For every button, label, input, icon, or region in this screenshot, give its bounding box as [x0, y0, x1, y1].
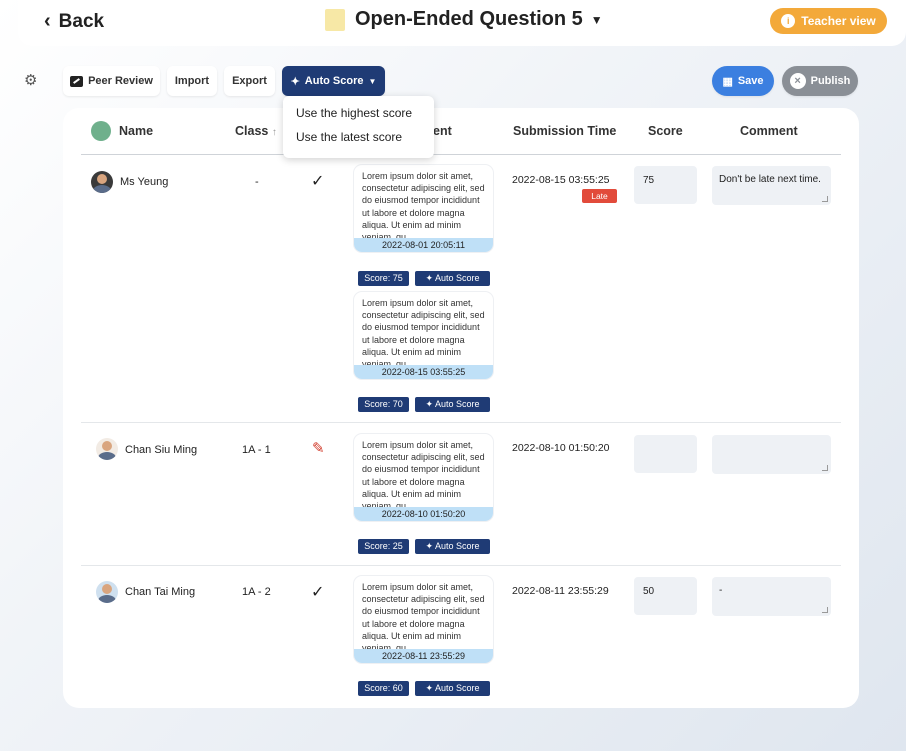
- answer-card[interactable]: Lorem ipsum dolor sit amet, consectetur …: [354, 292, 493, 379]
- title-dropdown[interactable]: Open-Ended Question 5 ▼: [325, 8, 603, 31]
- score-chip[interactable]: Score: 60: [358, 681, 409, 696]
- save-button[interactable]: ▦ Save: [712, 66, 774, 96]
- gear-icon[interactable]: ⚙: [24, 71, 37, 89]
- peer-review-button[interactable]: Peer Review: [63, 66, 160, 96]
- answer-card[interactable]: Lorem ipsum dolor sit amet, consectetur …: [354, 576, 493, 663]
- answer-time: 2022-08-15 03:55:25: [354, 365, 493, 379]
- late-badge: Late: [582, 189, 617, 203]
- answer-text: Lorem ipsum dolor sit amet, consectetur …: [362, 582, 485, 650]
- comment-input[interactable]: -: [712, 577, 831, 616]
- score-input[interactable]: 75: [634, 166, 697, 204]
- comment-column-header[interactable]: Comment: [740, 124, 798, 138]
- answer-card[interactable]: Lorem ipsum dolor sit amet, consectetur …: [354, 165, 493, 252]
- answer-time: 2022-08-11 23:55:29: [354, 649, 493, 663]
- check-icon: ✓: [311, 173, 325, 190]
- sparkle-icon: ✦: [290, 75, 300, 88]
- score-chip[interactable]: Score: 70: [358, 397, 409, 412]
- toolbar: ⚙ Peer Review Import Export ✦ Auto Score…: [0, 66, 906, 96]
- note-icon: [325, 8, 345, 31]
- teacher-view-label: Teacher view: [801, 14, 876, 28]
- student-name: Chan Tai Ming: [125, 586, 196, 598]
- chevron-left-icon: ‹: [44, 10, 51, 32]
- pen-box-icon: [70, 75, 84, 87]
- answer-time: 2022-08-10 01:50:20: [354, 507, 493, 521]
- import-label: Import: [174, 75, 210, 87]
- avatar: [96, 581, 118, 603]
- publish-button[interactable]: × Publish: [782, 66, 858, 96]
- row-divider: [81, 565, 841, 566]
- auto-score-chip-label: Auto Score: [435, 273, 480, 283]
- menu-item-latest-score[interactable]: Use the latest score: [296, 128, 434, 152]
- check-icon: ✓: [311, 584, 325, 601]
- auto-score-button[interactable]: ✦ Auto Score ▼: [282, 66, 385, 96]
- name-column-header[interactable]: Name: [119, 124, 153, 138]
- student-class: -: [255, 176, 259, 188]
- auto-score-chip-label: Auto Score: [435, 541, 480, 551]
- auto-score-label: Auto Score: [304, 75, 364, 87]
- submission-time: 2022-08-15 03:55:25: [512, 174, 610, 186]
- sparkle-icon: ✦: [425, 683, 433, 693]
- menu-item-highest-score[interactable]: Use the highest score: [296, 104, 434, 128]
- submission-time-column-header[interactable]: Submission Time: [513, 124, 616, 138]
- student-class: 1A - 2: [242, 586, 271, 598]
- answer-column-header[interactable]: ent: [433, 124, 452, 138]
- row-divider: [81, 422, 841, 423]
- caret-down-icon: ▼: [590, 12, 603, 27]
- auto-score-chip[interactable]: ✦ Auto Score: [415, 681, 490, 696]
- answer-text: Lorem ipsum dolor sit amet, consectetur …: [362, 171, 485, 239]
- save-icon: ▦: [722, 75, 733, 88]
- avatar: [91, 121, 111, 141]
- score-chip[interactable]: Score: 25: [358, 539, 409, 554]
- student-name: Ms Yeung: [120, 176, 169, 188]
- score-input[interactable]: [634, 435, 697, 473]
- answer-text: Lorem ipsum dolor sit amet, consectetur …: [362, 440, 485, 508]
- answer-time: 2022-08-01 20:05:11: [354, 238, 493, 252]
- submissions-table: Name Class ↑ ent Submission Time Score C…: [63, 108, 859, 708]
- avatar: [96, 438, 118, 460]
- auto-score-chip[interactable]: ✦ Auto Score: [415, 539, 490, 554]
- info-icon: i: [781, 14, 796, 28]
- class-column-header[interactable]: Class ↑: [235, 124, 277, 138]
- export-button[interactable]: Export: [224, 66, 275, 96]
- sort-arrow-icon: ↑: [271, 127, 277, 138]
- answer-text: Lorem ipsum dolor sit amet, consectetur …: [362, 298, 485, 366]
- sparkle-icon: ✦: [425, 541, 433, 551]
- score-chip[interactable]: Score: 75: [358, 271, 409, 286]
- save-label: Save: [737, 75, 764, 87]
- auto-score-menu: Use the highest score Use the latest sco…: [283, 96, 434, 158]
- export-label: Export: [232, 75, 267, 87]
- pencil-icon[interactable]: ✎: [312, 439, 325, 457]
- peer-review-label: Peer Review: [88, 75, 153, 87]
- caret-down-icon: ▼: [368, 76, 377, 86]
- comment-input[interactable]: Don't be late next time.: [712, 166, 831, 205]
- avatar: [91, 171, 113, 193]
- auto-score-chip[interactable]: ✦ Auto Score: [415, 271, 490, 286]
- auto-score-chip[interactable]: ✦ Auto Score: [415, 397, 490, 412]
- submission-time: 2022-08-11 23:55:29: [512, 585, 609, 597]
- class-header-label: Class: [235, 124, 269, 138]
- answer-card[interactable]: Lorem ipsum dolor sit amet, consectetur …: [354, 434, 493, 521]
- close-icon: ×: [789, 73, 806, 89]
- student-name: Chan Siu Ming: [125, 444, 198, 456]
- score-input[interactable]: 50: [634, 577, 697, 615]
- sparkle-icon: ✦: [425, 399, 433, 409]
- auto-score-chip-label: Auto Score: [435, 399, 480, 409]
- header-divider: [81, 154, 841, 155]
- student-class: 1A - 1: [242, 444, 271, 456]
- submission-time: 2022-08-10 01:50:20: [512, 442, 610, 454]
- score-column-header[interactable]: Score: [648, 124, 683, 138]
- back-button[interactable]: ‹ Back: [44, 10, 104, 33]
- import-button[interactable]: Import: [167, 66, 217, 96]
- publish-label: Publish: [810, 75, 851, 87]
- comment-input[interactable]: [712, 435, 831, 474]
- sparkle-icon: ✦: [425, 273, 433, 283]
- teacher-view-button[interactable]: i Teacher view: [770, 8, 887, 34]
- auto-score-chip-label: Auto Score: [435, 683, 480, 693]
- page-title: Open-Ended Question 5: [355, 8, 583, 30]
- back-label: Back: [58, 10, 105, 32]
